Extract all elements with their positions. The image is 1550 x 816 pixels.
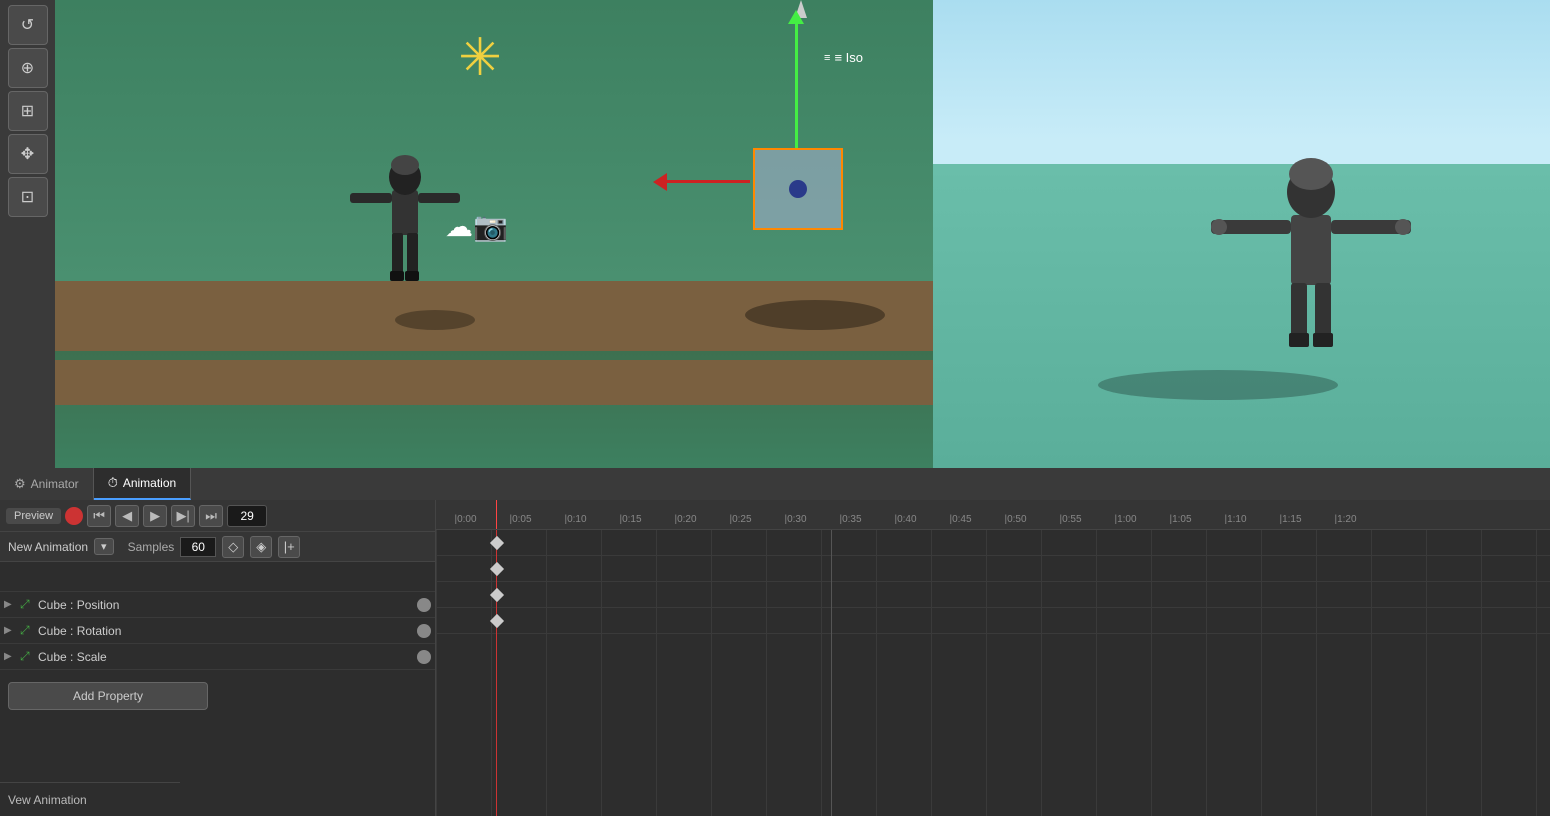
tab-bar: ⚙ Animator ⏱ Animation — [0, 468, 1550, 500]
property-cube-position[interactable]: ▶ ⤢ Cube : Position — [0, 592, 435, 618]
left-toolbar: ↺ ⊕ ⊞ ✥ ⊡ — [0, 0, 55, 468]
tick-1-15: |1:15 — [1263, 514, 1318, 525]
controls-bar: Preview ⏮ ◀ ▶ ▶| ⏭ 29 — [0, 500, 435, 532]
rotation-icon: ⤢ — [20, 623, 34, 638]
tick-0-45: |0:45 — [933, 514, 988, 525]
ruler-marks: |0:00 |0:05 |0:10 |0:15 |0:20 |0:25 |0:3… — [436, 500, 1373, 525]
tick-0-40: |0:40 — [878, 514, 933, 525]
position-label: Cube : Position — [38, 598, 413, 612]
animation-tab-icon: ⏱ — [108, 475, 118, 491]
position-icon: ⤢ — [20, 597, 34, 612]
cube-dot — [789, 180, 807, 198]
timeline-ruler: |0:00 |0:05 |0:10 |0:15 |0:20 |0:25 |0:3… — [436, 500, 1550, 530]
tick-0-35: |0:35 — [823, 514, 878, 525]
rotation-label: Cube : Rotation — [38, 624, 413, 638]
timeline-tracks — [436, 530, 1550, 816]
play-button[interactable]: ▶ — [143, 505, 167, 527]
keyframe-header[interactable] — [490, 536, 504, 550]
tick-0-30: |0:30 — [768, 514, 823, 525]
tab-animator[interactable]: ⚙ Animator — [0, 468, 94, 500]
keyframe-scale[interactable] — [490, 614, 504, 628]
track-row-scale — [436, 608, 1550, 634]
scale-icon: ⤢ — [20, 649, 34, 664]
selected-cube[interactable] — [753, 148, 843, 230]
property-cube-scale[interactable]: ▶ ⤢ Cube : Scale — [0, 644, 435, 670]
main-area: Preview ⏮ ◀ ▶ ▶| ⏭ 29 New Animation ▾ Sa… — [0, 500, 1550, 816]
tick-0-25: |0:25 — [713, 514, 768, 525]
tick-1-05: |1:05 — [1153, 514, 1208, 525]
position-dot — [417, 598, 431, 612]
skip-to-end-button[interactable]: ⏭ — [199, 505, 223, 527]
red-arrowhead — [653, 173, 667, 191]
add-property-button[interactable]: Add Property — [8, 682, 208, 710]
samples-input[interactable] — [180, 537, 216, 557]
character-shadow-left — [395, 310, 475, 330]
scale-dot — [417, 650, 431, 664]
scale-tool-button[interactable]: ⊞ — [8, 91, 48, 131]
animation-panel: ⚙ Animator ⏱ Animation Preview ⏮ ◀ ▶ ▶| … — [0, 468, 1550, 816]
expand-arrow-position: ▶ — [4, 599, 16, 610]
iso-label: ≡ ≡ Iso — [824, 50, 863, 65]
scene-viewport: ✳ ≡ ≡ Iso — [55, 0, 933, 468]
rotate-tool-button[interactable]: ↺ — [8, 5, 48, 45]
track-row-position — [436, 556, 1550, 582]
track-row-rotation — [436, 582, 1550, 608]
cloud-camera-icon: ☁📷 — [445, 210, 508, 243]
green-arrowhead — [788, 10, 804, 24]
view-animation-label[interactable]: Vew Animation — [0, 782, 180, 816]
preview-label: Preview — [6, 508, 61, 524]
character-shadow-right — [1098, 370, 1338, 400]
tick-1-00: |1:00 — [1098, 514, 1153, 525]
animator-tab-icon: ⚙ — [14, 476, 26, 492]
keyframe-position[interactable] — [490, 562, 504, 576]
new-animation-label: New Animation — [8, 540, 88, 554]
add-keyframe-button[interactable]: ◈ — [250, 536, 272, 558]
cube-shadow — [745, 300, 885, 330]
step-back-button[interactable]: ◀ — [115, 505, 139, 527]
ruler-playhead — [496, 500, 497, 529]
rotation-dot — [417, 624, 431, 638]
track-separator — [831, 530, 832, 816]
sun-icon: ✳ — [450, 28, 510, 88]
new-animation-bar: New Animation ▾ Samples ◇ ◈ |+ — [0, 532, 435, 562]
tick-0-50: |0:50 — [988, 514, 1043, 525]
expand-arrow-rotation: ▶ — [4, 625, 16, 636]
tick-1-10: |1:10 — [1208, 514, 1263, 525]
tick-1-20: |1:20 — [1318, 514, 1373, 525]
tab-animation[interactable]: ⏱ Animation — [94, 468, 192, 500]
track-row-header — [436, 530, 1550, 556]
samples-label: Samples — [128, 540, 175, 554]
keyframe-rotation[interactable] — [490, 588, 504, 602]
timeline-area: |0:00 |0:05 |0:10 |0:15 |0:20 |0:25 |0:3… — [436, 500, 1550, 816]
game-viewport — [933, 0, 1550, 468]
red-arrow — [660, 180, 750, 183]
record-button[interactable] — [65, 507, 83, 525]
frame-input[interactable]: 29 — [227, 505, 267, 527]
tick-0-20: |0:20 — [658, 514, 713, 525]
tick-0-55: |0:55 — [1043, 514, 1098, 525]
rect-tool-button[interactable]: ⊡ — [8, 177, 48, 217]
tick-0-15: |0:15 — [603, 514, 658, 525]
properties-panel: Preview ⏮ ◀ ▶ ▶| ⏭ 29 New Animation ▾ Sa… — [0, 500, 436, 816]
scale-label: Cube : Scale — [38, 650, 413, 664]
character-left — [350, 135, 460, 295]
diamond-icon-button[interactable]: ◇ — [222, 536, 244, 558]
property-cube-rotation[interactable]: ▶ ⤢ Cube : Rotation — [0, 618, 435, 644]
transform-tool-button[interactable]: ⊕ — [8, 48, 48, 88]
skip-to-start-button[interactable]: ⏮ — [87, 505, 111, 527]
animation-dropdown[interactable]: ▾ — [94, 538, 114, 555]
tick-0-05: |0:05 — [493, 514, 548, 525]
tick-0-10: |0:10 — [548, 514, 603, 525]
empty-track-header — [0, 562, 435, 592]
move-tool-button[interactable]: ✥ — [8, 134, 48, 174]
expand-arrow-scale: ▶ — [4, 651, 16, 662]
tick-0-00: |0:00 — [438, 514, 493, 525]
step-forward-button[interactable]: ▶| — [171, 505, 195, 527]
green-arrow-up — [795, 20, 798, 150]
character-right — [1211, 120, 1411, 360]
keyframe-nav-button[interactable]: |+ — [278, 536, 300, 558]
